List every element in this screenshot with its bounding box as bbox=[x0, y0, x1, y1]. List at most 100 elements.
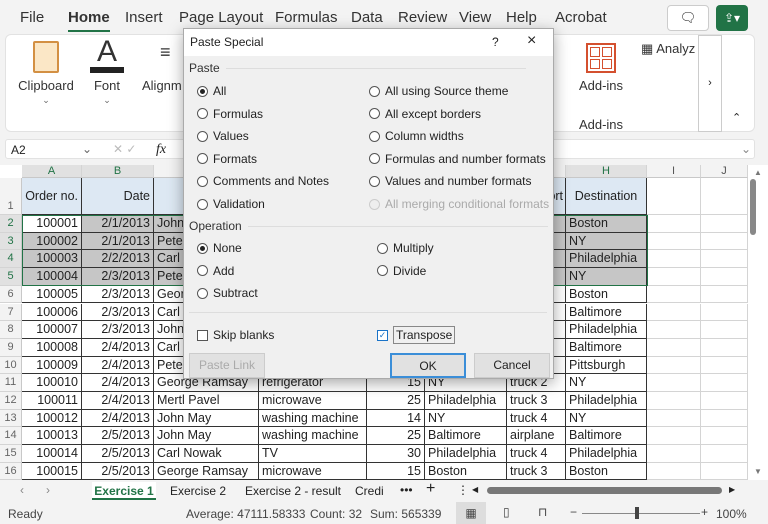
table-cell[interactable] bbox=[647, 303, 701, 322]
sheet-tab-3[interactable]: Exercise 2 - result bbox=[239, 482, 347, 500]
header-cell[interactable]: Destination bbox=[566, 178, 647, 215]
header-cell[interactable]: Order no. bbox=[22, 178, 82, 215]
row-header[interactable]: 6 bbox=[0, 285, 22, 304]
table-cell[interactable] bbox=[647, 321, 701, 339]
tab-data[interactable]: Data bbox=[351, 9, 383, 26]
table-cell[interactable] bbox=[701, 215, 748, 233]
row-header[interactable]: 16 bbox=[0, 462, 22, 480]
help-button[interactable]: ? bbox=[492, 35, 499, 49]
table-cell[interactable]: Boston bbox=[566, 285, 647, 304]
cancel-icon[interactable]: ✕ ✓ bbox=[113, 142, 136, 156]
row-header[interactable]: 7 bbox=[0, 303, 22, 322]
table-cell[interactable] bbox=[647, 374, 701, 392]
next-sheet-icon[interactable]: › bbox=[46, 483, 50, 497]
table-cell[interactable] bbox=[647, 268, 701, 286]
table-cell[interactable]: Boston bbox=[566, 462, 647, 480]
column-header-B[interactable]: B bbox=[82, 165, 154, 178]
page-layout-view-icon[interactable]: ▯ bbox=[503, 505, 510, 519]
zoom-slider[interactable] bbox=[582, 513, 700, 514]
table-cell[interactable] bbox=[647, 215, 701, 233]
more-sheets-button[interactable]: ••• bbox=[400, 483, 413, 497]
table-cell[interactable]: 100006 bbox=[22, 303, 82, 322]
operation-none-radio[interactable]: None bbox=[197, 241, 242, 255]
table-cell[interactable] bbox=[701, 285, 748, 304]
page-break-view-icon[interactable]: ⊓ bbox=[538, 505, 547, 519]
paste-formats-radio[interactable]: Formats bbox=[197, 152, 257, 166]
skip-blanks-checkbox[interactable]: Skip blanks bbox=[197, 328, 274, 342]
table-cell[interactable]: 30 bbox=[367, 445, 425, 463]
table-cell[interactable]: 2/5/2013 bbox=[82, 462, 154, 480]
table-cell[interactable]: 25 bbox=[367, 392, 425, 410]
row-header[interactable]: 5 bbox=[0, 268, 22, 286]
table-cell[interactable] bbox=[647, 250, 701, 269]
analyze-button[interactable]: ▦ Analyz bbox=[641, 41, 699, 139]
fx-icon[interactable]: fx bbox=[156, 142, 166, 158]
table-cell[interactable] bbox=[701, 338, 748, 357]
table-cell[interactable]: microwave bbox=[259, 392, 367, 410]
table-cell[interactable] bbox=[647, 232, 701, 251]
close-button[interactable]: × bbox=[527, 32, 536, 50]
alignment-group[interactable]: ≡ Alignm bbox=[138, 35, 188, 133]
tab-help[interactable]: Help bbox=[506, 9, 537, 26]
table-cell[interactable]: Baltimore bbox=[566, 427, 647, 446]
vertical-scrollbar[interactable]: ▲ ▼ bbox=[748, 165, 768, 480]
row-header[interactable]: 12 bbox=[0, 392, 22, 410]
cancel-button[interactable]: Cancel bbox=[474, 353, 550, 378]
zoom-out-button[interactable]: − bbox=[570, 505, 577, 519]
row-header[interactable]: 8 bbox=[0, 321, 22, 339]
table-cell[interactable] bbox=[647, 285, 701, 304]
addins-button[interactable]: Add-ins Add-ins bbox=[571, 35, 631, 133]
table-cell[interactable] bbox=[701, 321, 748, 339]
row-header[interactable]: 4 bbox=[0, 250, 22, 269]
collapse-ribbon-icon[interactable]: ⌃ bbox=[732, 111, 741, 124]
column-header-J[interactable]: J bbox=[701, 165, 748, 178]
paste-all-using-source-theme-radio[interactable]: All using Source theme bbox=[369, 84, 508, 98]
column-header-H[interactable]: H bbox=[566, 165, 647, 178]
table-cell[interactable]: Baltimore bbox=[425, 427, 507, 446]
tab-acrobat[interactable]: Acrobat bbox=[555, 9, 607, 26]
header-cell[interactable] bbox=[701, 178, 748, 215]
table-cell[interactable]: 2/5/2013 bbox=[82, 445, 154, 463]
tab-view[interactable]: View bbox=[459, 9, 491, 26]
table-cell[interactable]: truck 3 bbox=[507, 462, 566, 480]
paste-values-radio[interactable]: Values bbox=[197, 129, 249, 143]
table-cell[interactable]: Pittsburgh bbox=[566, 356, 647, 375]
table-cell[interactable]: TV bbox=[259, 445, 367, 463]
sheet-tab-4[interactable]: Credi bbox=[355, 482, 395, 500]
table-cell[interactable] bbox=[647, 356, 701, 375]
table-cell[interactable] bbox=[701, 374, 748, 392]
table-cell[interactable]: 100007 bbox=[22, 321, 82, 339]
expand-formula-icon[interactable]: ⌄ bbox=[741, 142, 751, 156]
table-cell[interactable]: 100011 bbox=[22, 392, 82, 410]
operation-divide-radio[interactable]: Divide bbox=[377, 264, 426, 278]
table-cell[interactable]: 100010 bbox=[22, 374, 82, 392]
table-cell[interactable]: 2/5/2013 bbox=[82, 427, 154, 446]
header-cell[interactable] bbox=[647, 178, 701, 215]
table-cell[interactable]: washing machine bbox=[259, 409, 367, 428]
table-cell[interactable] bbox=[701, 445, 748, 463]
scroll-right-icon[interactable]: ▶ bbox=[729, 485, 735, 494]
paste-formulas-radio[interactable]: Formulas bbox=[197, 107, 263, 121]
column-header-A[interactable]: A bbox=[22, 165, 82, 178]
row-header[interactable]: 9 bbox=[0, 338, 22, 357]
table-cell[interactable]: Philadelphia bbox=[566, 321, 647, 339]
row-header[interactable]: 3 bbox=[0, 232, 22, 251]
table-cell[interactable] bbox=[701, 462, 748, 480]
table-cell[interactable] bbox=[647, 462, 701, 480]
sheet-tab-2[interactable]: Exercise 2 bbox=[164, 482, 232, 500]
table-cell[interactable]: 100012 bbox=[22, 409, 82, 428]
paste-all-except-borders-radio[interactable]: All except borders bbox=[369, 107, 481, 121]
table-cell[interactable]: NY bbox=[566, 409, 647, 428]
table-cell[interactable]: truck 4 bbox=[507, 445, 566, 463]
prev-sheet-icon[interactable]: ‹ bbox=[20, 483, 24, 497]
zoom-slider-thumb[interactable] bbox=[635, 507, 639, 519]
table-cell[interactable]: Philadelphia bbox=[566, 445, 647, 463]
name-box-dropdown-icon[interactable]: ⌄ bbox=[82, 142, 92, 156]
header-cell[interactable]: Date bbox=[82, 178, 154, 215]
column-header-I[interactable]: I bbox=[647, 165, 701, 178]
scroll-thumb[interactable] bbox=[750, 179, 756, 235]
row-header[interactable]: 11 bbox=[0, 374, 22, 392]
table-cell[interactable]: Mertl Pavel bbox=[154, 392, 259, 410]
table-cell[interactable] bbox=[701, 409, 748, 428]
add-sheet-button[interactable]: + bbox=[426, 480, 435, 498]
